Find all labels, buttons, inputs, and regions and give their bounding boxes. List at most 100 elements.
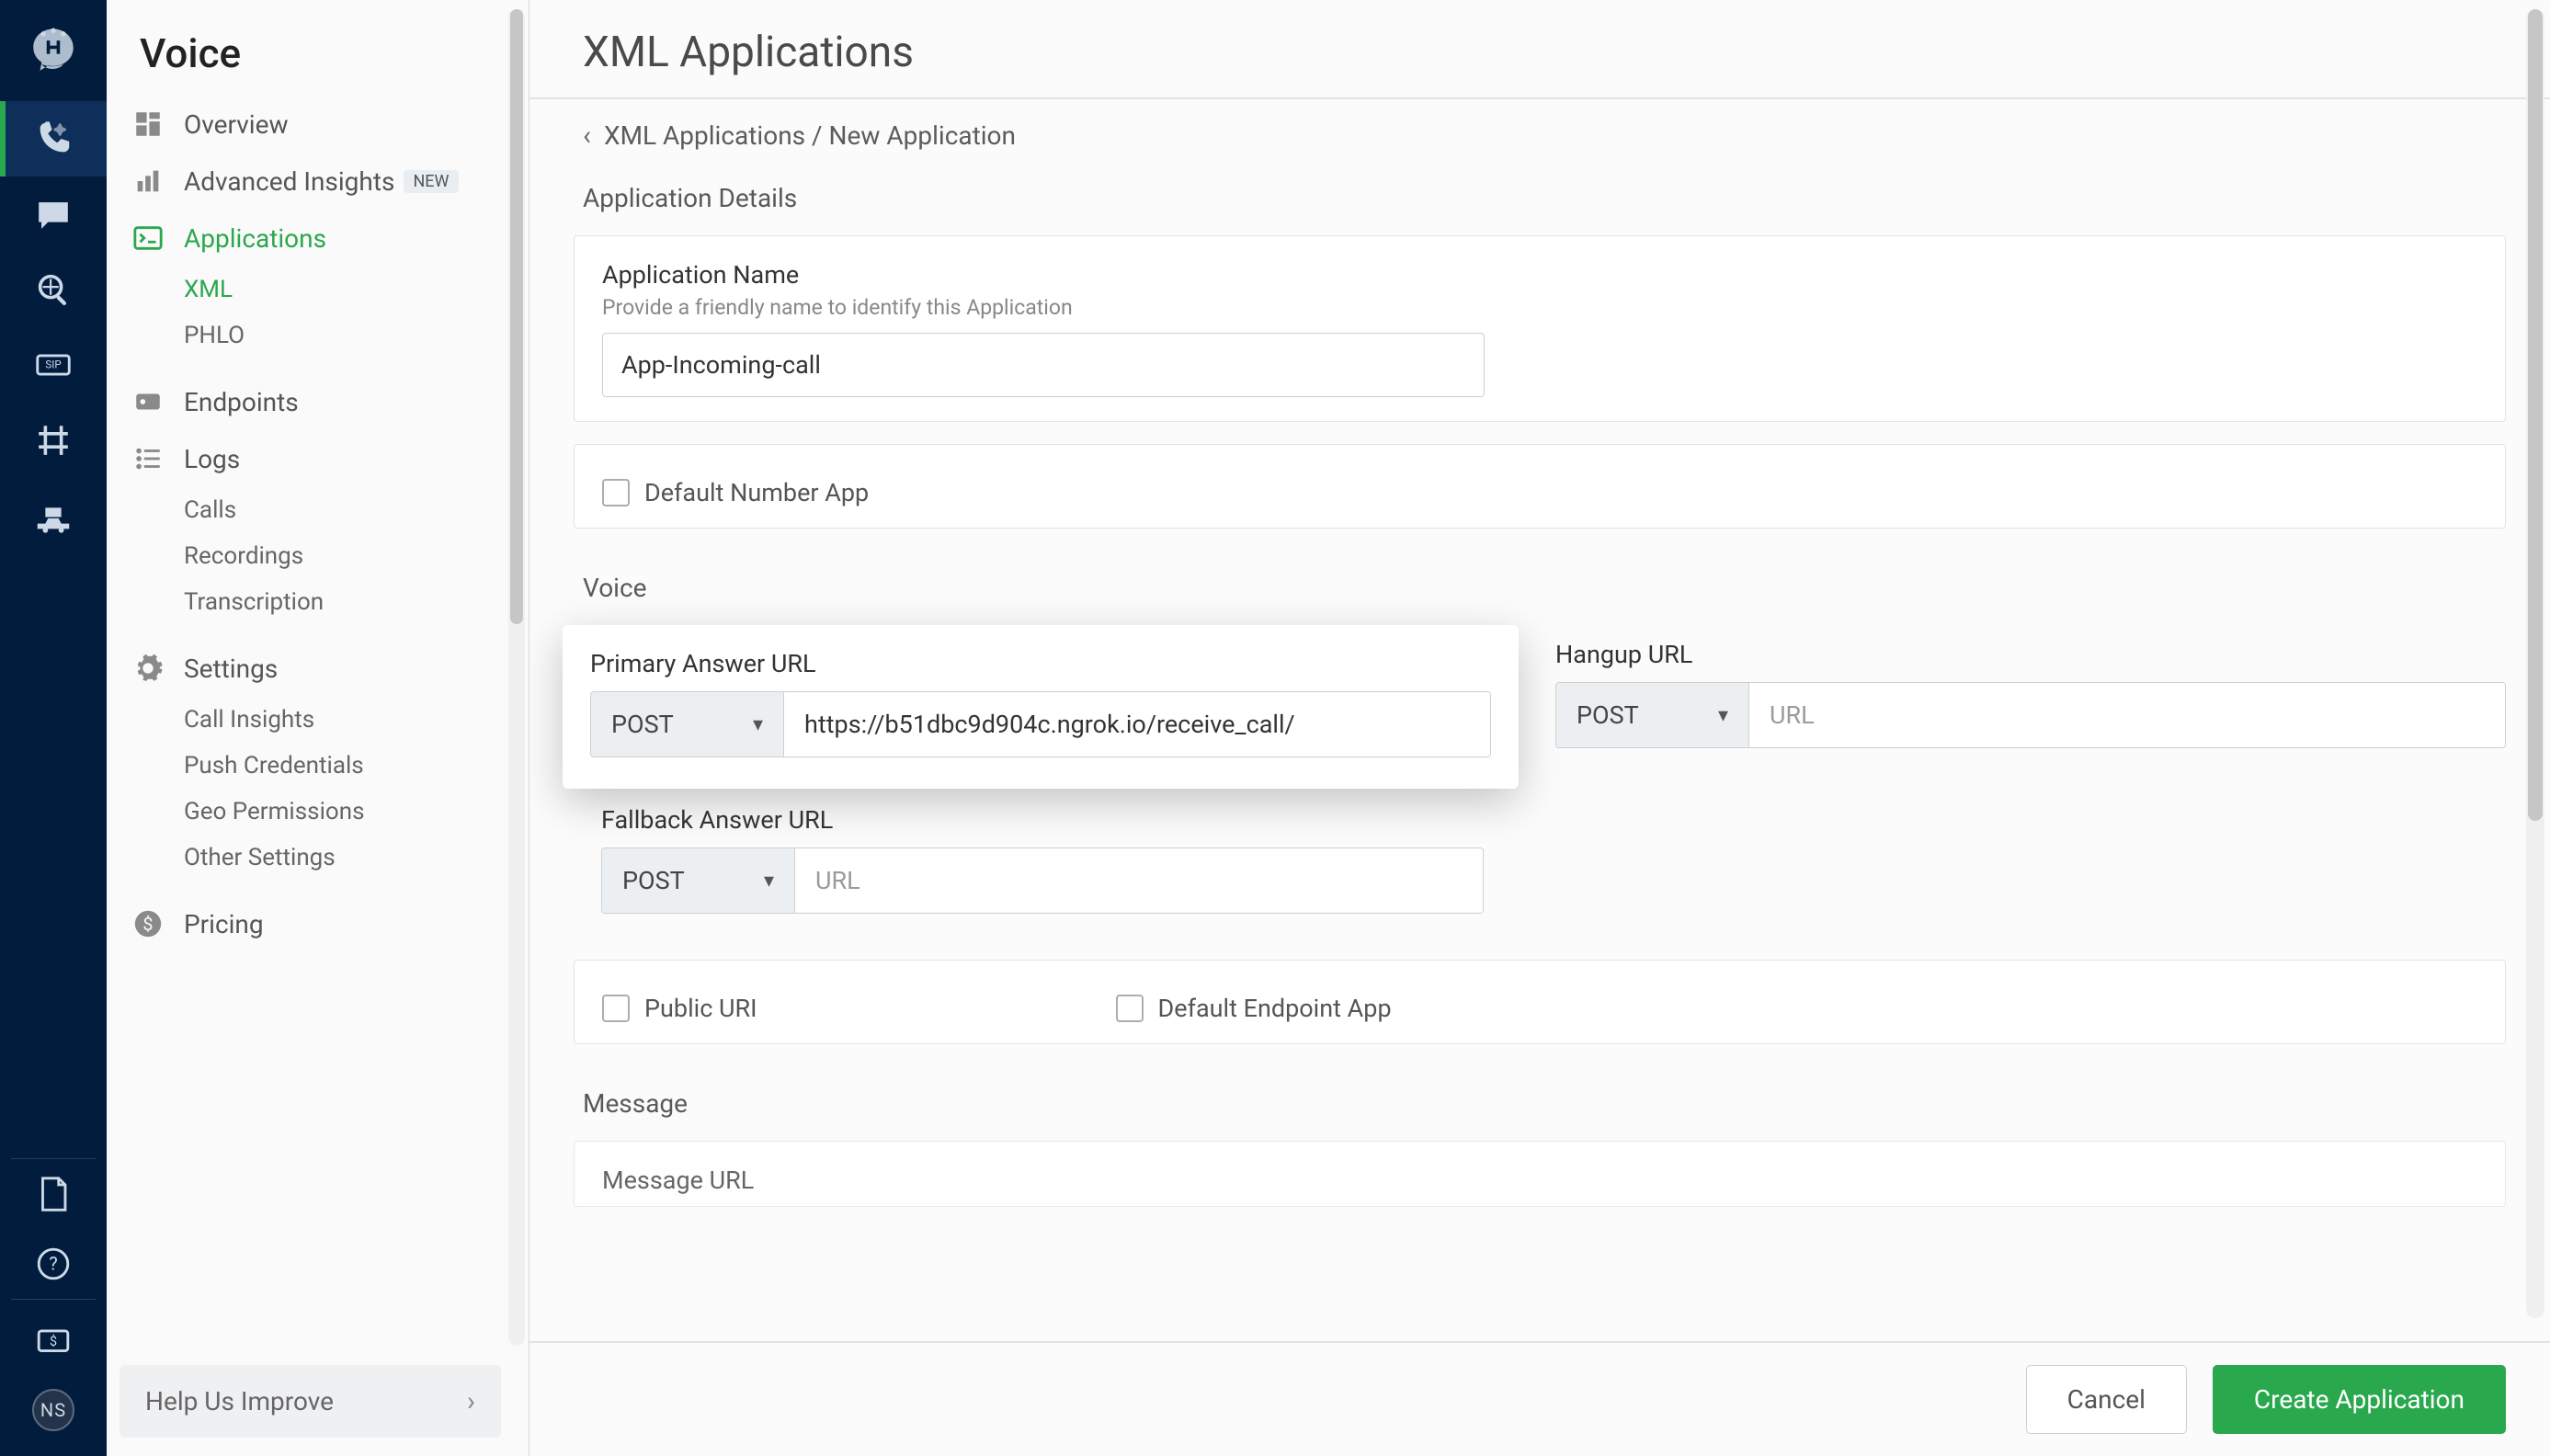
- hangup-method-select[interactable]: POST ▾: [1556, 683, 1749, 747]
- hangup-url-col: Hangup URL POST ▾: [1555, 616, 2550, 748]
- bar-chart-icon: [132, 165, 164, 197]
- endpoint-icon: [132, 386, 164, 417]
- breadcrumb-text[interactable]: XML Applications / New Application: [604, 120, 1016, 151]
- sidebar-item-settings[interactable]: Settings: [107, 640, 529, 697]
- rail-item-account-avatar[interactable]: NS: [0, 1375, 107, 1445]
- fallback-label: Fallback Answer URL: [601, 805, 1465, 835]
- rail-item-sip[interactable]: SIP: [0, 327, 107, 403]
- sidebar-scrollbar-thumb[interactable]: [510, 9, 523, 624]
- default-number-app-label: Default Number App: [644, 478, 869, 507]
- section-label-voice: Voice: [529, 551, 2550, 616]
- avatar-initials: NS: [32, 1389, 74, 1431]
- card-default-number-app: Default Number App: [574, 444, 2506, 529]
- sidebar-label: Applications: [184, 223, 326, 254]
- hangup-method-value: POST: [1577, 700, 1639, 730]
- primary-answer-url-input[interactable]: [784, 692, 1490, 756]
- public-uri-checkbox[interactable]: [602, 995, 630, 1022]
- sidebar-title: Voice: [107, 0, 529, 96]
- page-title: XML Applications: [529, 0, 2550, 99]
- sidebar-sub-phlo[interactable]: PHLO: [107, 313, 529, 358]
- sidebar-footer-label: Help Us Improve: [145, 1386, 334, 1416]
- chevron-down-icon: ▾: [753, 713, 763, 736]
- action-bar: Cancel Create Application: [529, 1341, 2550, 1456]
- hangup-url-input[interactable]: [1749, 683, 2505, 747]
- sidebar: Voice Overview Advanced Insights NEW App…: [107, 0, 529, 1456]
- primary-answer-method-value: POST: [611, 710, 674, 739]
- sidebar-sub-geo-permissions[interactable]: Geo Permissions: [107, 789, 529, 835]
- rail-item-numbers[interactable]: [0, 403, 107, 478]
- message-url-label: Message URL: [602, 1166, 2477, 1195]
- fallback-method-value: POST: [622, 866, 685, 895]
- default-endpoint-app-label: Default Endpoint App: [1158, 994, 1392, 1023]
- main-scrollbar-thumb[interactable]: [2528, 9, 2543, 821]
- card-app-details: Application Name Provide a friendly name…: [574, 235, 2506, 422]
- sidebar-label: Pricing: [184, 909, 264, 939]
- dollar-icon: $: [132, 908, 164, 939]
- card-message-url: Message URL: [574, 1141, 2506, 1207]
- rail-item-voice[interactable]: [0, 101, 107, 176]
- brand-logo-icon[interactable]: [0, 0, 107, 101]
- gear-icon: [132, 653, 164, 684]
- app-name-label: Application Name: [602, 260, 2477, 290]
- sidebar-item-advanced-insights[interactable]: Advanced Insights NEW: [107, 153, 529, 210]
- sidebar-sub-recordings[interactable]: Recordings: [107, 533, 529, 579]
- sidebar-label: Overview: [184, 109, 289, 140]
- left-rail: SIP ? $ NS: [0, 0, 107, 1456]
- main-scrollbar[interactable]: [2526, 9, 2544, 1318]
- cancel-button[interactable]: Cancel: [2026, 1365, 2187, 1434]
- main-content: XML Applications ‹ XML Applications / Ne…: [529, 0, 2550, 1456]
- sidebar-sub-xml[interactable]: XML: [107, 267, 529, 313]
- sidebar-label: Endpoints: [184, 387, 299, 417]
- create-application-button[interactable]: Create Application: [2213, 1365, 2506, 1434]
- hangup-label: Hangup URL: [1555, 640, 2506, 669]
- svg-text:$: $: [142, 914, 153, 935]
- sidebar-sub-calls[interactable]: Calls: [107, 487, 529, 533]
- chevron-right-icon: ›: [467, 1385, 475, 1417]
- sidebar-sub-call-insights[interactable]: Call Insights: [107, 697, 529, 743]
- sidebar-label: Advanced Insights: [184, 166, 394, 197]
- primary-answer-label: Primary Answer URL: [590, 649, 1491, 678]
- section-label-message: Message: [529, 1066, 2550, 1132]
- sidebar-scrollbar[interactable]: [508, 9, 525, 1346]
- terminal-icon: [132, 222, 164, 254]
- fallback-url-input[interactable]: [795, 848, 1483, 913]
- section-label-app-details: Application Details: [529, 161, 2550, 226]
- rail-item-messaging[interactable]: [0, 176, 107, 252]
- sidebar-sub-transcription[interactable]: Transcription: [107, 579, 529, 625]
- public-uri-label: Public URI: [644, 994, 757, 1023]
- sidebar-item-pricing[interactable]: $ Pricing: [107, 895, 529, 952]
- default-number-app-checkbox[interactable]: [602, 479, 630, 506]
- app-name-input[interactable]: [602, 333, 1485, 397]
- svg-text:?: ?: [49, 1252, 58, 1274]
- breadcrumb: ‹ XML Applications / New Application: [529, 99, 2550, 161]
- sidebar-sub-other-settings[interactable]: Other Settings: [107, 835, 529, 881]
- svg-text:$: $: [50, 1334, 57, 1349]
- rail-item-carrier[interactable]: [0, 478, 107, 553]
- rail-item-docs[interactable]: [0, 1159, 107, 1229]
- sidebar-label: Settings: [184, 654, 278, 684]
- fallback-method-select[interactable]: POST ▾: [602, 848, 795, 913]
- chevron-left-icon[interactable]: ‹: [583, 119, 591, 152]
- sidebar-sub-push-credentials[interactable]: Push Credentials: [107, 743, 529, 789]
- sidebar-item-logs[interactable]: Logs: [107, 430, 529, 487]
- sidebar-item-applications[interactable]: Applications: [107, 210, 529, 267]
- card-fallback-answer-url: Fallback Answer URL POST ▾: [574, 798, 1493, 938]
- sidebar-item-endpoints[interactable]: Endpoints: [107, 373, 529, 430]
- dashboard-icon: [132, 108, 164, 140]
- rail-item-lookup[interactable]: [0, 252, 107, 327]
- primary-answer-method-select[interactable]: POST ▾: [591, 692, 784, 756]
- app-name-hint: Provide a friendly name to identify this…: [602, 295, 2477, 320]
- card-primary-answer-url: Primary Answer URL POST ▾: [563, 625, 1519, 789]
- sidebar-item-overview[interactable]: Overview: [107, 96, 529, 153]
- sidebar-help-us-improve[interactable]: Help Us Improve ›: [120, 1365, 501, 1438]
- chevron-down-icon: ▾: [1718, 704, 1728, 727]
- svg-text:SIP: SIP: [45, 358, 61, 371]
- rail-item-billing[interactable]: $: [0, 1305, 107, 1375]
- rail-item-help[interactable]: ?: [0, 1229, 107, 1299]
- sidebar-label: Logs: [184, 444, 240, 474]
- card-voice-checkboxes: Public URI Default Endpoint App: [574, 960, 2506, 1044]
- default-endpoint-app-checkbox[interactable]: [1116, 995, 1144, 1022]
- list-icon: [132, 443, 164, 474]
- chevron-down-icon: ▾: [764, 870, 774, 893]
- new-badge: NEW: [404, 170, 458, 193]
